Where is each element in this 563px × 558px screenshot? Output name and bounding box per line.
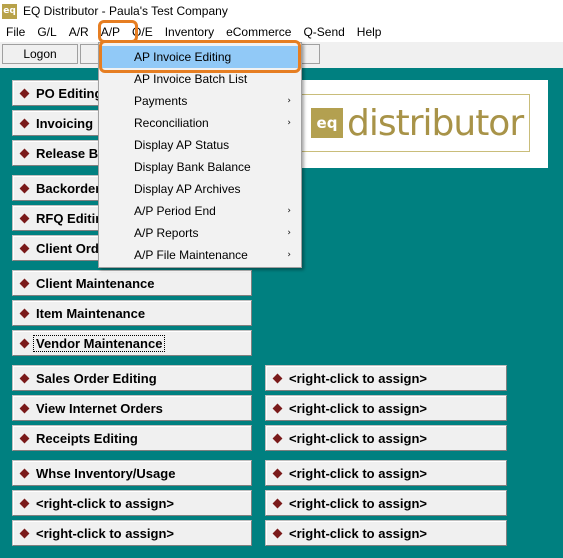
diamond-bullet-icon: [19, 403, 30, 413]
menu-item-label: Display AP Status: [134, 138, 230, 152]
left-function-button-12[interactable]: Receipts Editing: [12, 425, 252, 451]
ap-menu-item-display-ap-archives[interactable]: Display AP Archives: [99, 178, 301, 200]
button-label: <right-click to assign>: [36, 495, 174, 511]
right-function-button-2[interactable]: <right-click to assign>: [265, 395, 507, 421]
diamond-bullet-icon: [19, 118, 30, 128]
button-label: <right-click to assign>: [289, 525, 427, 541]
left-function-button-8[interactable]: Item Maintenance: [12, 300, 252, 326]
diamond-bullet-icon: [19, 308, 30, 318]
diamond-bullet-icon: [272, 498, 283, 508]
right-function-button-1[interactable]: <right-click to assign>: [265, 365, 507, 391]
left-function-button-14[interactable]: <right-click to assign>: [12, 490, 252, 516]
submenu-arrow-icon: ›: [287, 96, 291, 106]
menu-gl[interactable]: G/L: [31, 22, 62, 42]
diamond-bullet-icon: [19, 278, 30, 288]
ap-dropdown-menu: AP Invoice Editing AP Invoice Batch List P…: [98, 42, 302, 268]
left-function-button-10[interactable]: Sales Order Editing: [12, 365, 252, 391]
button-label: Whse Inventory/Usage: [36, 465, 176, 481]
button-label: Vendor Maintenance: [33, 334, 166, 352]
right-function-button-4[interactable]: <right-click to assign>: [265, 460, 507, 486]
menu-item-label: A/P Period End: [134, 204, 216, 218]
diamond-bullet-icon: [19, 433, 30, 443]
ap-invoice-editing-highlight-ring: [99, 40, 301, 73]
button-label: Client Maintenance: [36, 275, 155, 291]
eq-logo-mark: eq: [311, 108, 343, 138]
right-function-button-3[interactable]: <right-click to assign>: [265, 425, 507, 451]
title-bar: eq EQ Distributor - Paula's Test Company: [0, 0, 563, 22]
menu-item-label: Display Bank Balance: [134, 160, 251, 174]
diamond-bullet-icon: [19, 213, 30, 223]
button-label: View Internet Orders: [36, 400, 163, 416]
button-label: <right-click to assign>: [289, 465, 427, 481]
left-function-button-7[interactable]: Client Maintenance: [12, 270, 252, 296]
ap-menu-item-display-ap-status[interactable]: Display AP Status: [99, 134, 301, 156]
submenu-arrow-icon: ›: [287, 206, 291, 216]
menu-item-label: AP Invoice Batch List: [134, 72, 248, 86]
window-title: EQ Distributor - Paula's Test Company: [23, 4, 228, 18]
button-label: <right-click to assign>: [289, 370, 427, 386]
diamond-bullet-icon: [272, 528, 283, 538]
diamond-bullet-icon: [19, 243, 30, 253]
menu-item-label: Reconciliation: [134, 116, 209, 130]
diamond-bullet-icon: [272, 433, 283, 443]
button-label: <right-click to assign>: [289, 400, 427, 416]
button-label: PO Editing: [36, 85, 103, 101]
diamond-bullet-icon: [19, 183, 30, 193]
menu-ecommerce[interactable]: eCommerce: [220, 22, 297, 42]
right-function-button-6[interactable]: <right-click to assign>: [265, 520, 507, 546]
menu-item-label: A/P Reports: [134, 226, 199, 240]
app-logo-icon: eq: [2, 3, 17, 19]
submenu-arrow-icon: ›: [287, 250, 291, 260]
submenu-arrow-icon: ›: [287, 118, 291, 128]
menu-qsend[interactable]: Q-Send: [297, 22, 350, 42]
menu-file[interactable]: File: [0, 22, 31, 42]
logo-panel: eq distributor: [276, 80, 548, 168]
menu-item-label: Payments: [134, 94, 188, 108]
ap-menu-item-a-p-reports[interactable]: A/P Reports ›: [99, 222, 301, 244]
diamond-bullet-icon: [19, 373, 30, 383]
menu-ar[interactable]: A/R: [63, 22, 95, 42]
ap-menu-item-a-p-period-end[interactable]: A/P Period End ›: [99, 200, 301, 222]
button-label: <right-click to assign>: [289, 430, 427, 446]
ap-menu-item-display-bank-balance[interactable]: Display Bank Balance: [99, 156, 301, 178]
button-label: <right-click to assign>: [36, 525, 174, 541]
menu-item-label: A/P File Maintenance: [134, 248, 248, 262]
left-function-button-11[interactable]: View Internet Orders: [12, 395, 252, 421]
button-label: Backorders: [36, 180, 108, 196]
menu-inventory[interactable]: Inventory: [159, 22, 220, 42]
distributor-wordmark: distributor: [347, 102, 524, 144]
diamond-bullet-icon: [19, 148, 30, 158]
diamond-bullet-icon: [19, 468, 30, 478]
button-label: <right-click to assign>: [289, 495, 427, 511]
left-function-button-9[interactable]: Vendor Maintenance: [12, 330, 252, 356]
app-window: eq EQ Distributor - Paula's Test Company…: [0, 0, 563, 558]
menu-bar: File G/L A/R A/P O/E Inventory eCommerce…: [0, 22, 563, 42]
ap-menu-item-a-p-file-maintenance[interactable]: A/P File Maintenance ›: [99, 244, 301, 266]
logon-button[interactable]: Logon: [2, 44, 78, 64]
diamond-bullet-icon: [19, 498, 30, 508]
left-function-button-13[interactable]: Whse Inventory/Usage: [12, 460, 252, 486]
right-function-button-5[interactable]: <right-click to assign>: [265, 490, 507, 516]
ap-menu-item-payments[interactable]: Payments ›: [99, 90, 301, 112]
logo-frame: eq distributor: [288, 94, 530, 152]
left-function-button-15[interactable]: <right-click to assign>: [12, 520, 252, 546]
diamond-bullet-icon: [19, 528, 30, 538]
button-label: Receipts Editing: [36, 430, 138, 446]
button-label: Sales Order Editing: [36, 370, 157, 386]
submenu-arrow-icon: ›: [287, 228, 291, 238]
diamond-bullet-icon: [19, 338, 30, 348]
button-label: Item Maintenance: [36, 305, 146, 321]
diamond-bullet-icon: [272, 468, 283, 478]
diamond-bullet-icon: [272, 403, 283, 413]
diamond-bullet-icon: [19, 88, 30, 98]
ap-menu-item-reconciliation[interactable]: Reconciliation ›: [99, 112, 301, 134]
button-label: Invoicing: [36, 115, 94, 131]
diamond-bullet-icon: [272, 373, 283, 383]
menu-help[interactable]: Help: [351, 22, 388, 42]
menu-item-label: Display AP Archives: [134, 182, 241, 196]
